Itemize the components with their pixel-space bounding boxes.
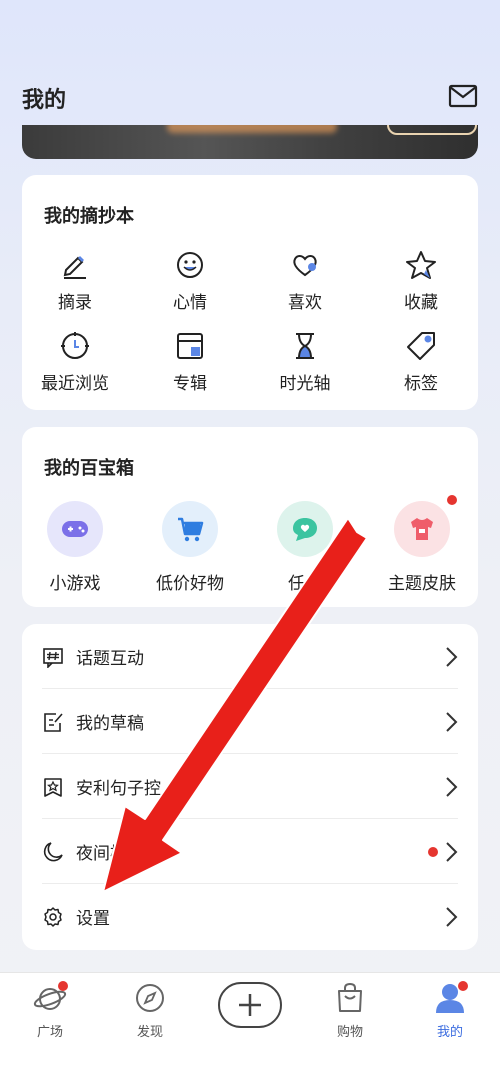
tab-label: 广场 bbox=[36, 1025, 63, 1040]
notebook-item-label: 标签 bbox=[404, 374, 438, 394]
toolbox-title: 我的百宝箱 bbox=[44, 458, 134, 479]
notebook-item-label: 喜欢 bbox=[288, 293, 322, 313]
cart-icon bbox=[178, 517, 204, 542]
mail-icon[interactable] bbox=[448, 84, 478, 108]
notebook-item-excerpt[interactable]: 摘录 bbox=[30, 248, 120, 313]
theme-badge-dot bbox=[447, 495, 457, 505]
banner-glow bbox=[167, 125, 337, 133]
toolbox-item-label: 低价好物 bbox=[156, 574, 224, 594]
toolbox-item-tasks[interactable]: 任务 bbox=[250, 501, 360, 594]
menu-card: 话题互动 我的草稿 安利句子控 夜间模式 设置 bbox=[22, 624, 478, 950]
gamepad-icon bbox=[62, 521, 88, 537]
notebook-item-label: 最近浏览 bbox=[41, 374, 109, 394]
notebook-item-album[interactable]: 专辑 bbox=[145, 329, 235, 394]
smiley-icon bbox=[177, 252, 203, 278]
notebook-item-label: 时光轴 bbox=[279, 374, 331, 394]
banner-button bbox=[387, 125, 477, 135]
menu-item-recommend[interactable]: 安利句子控 bbox=[42, 754, 458, 819]
tab-square[interactable]: 广场 bbox=[0, 981, 100, 1040]
album-icon bbox=[177, 333, 203, 359]
tab-mine-badge-dot bbox=[458, 981, 468, 991]
bookmark-star-icon bbox=[44, 778, 62, 797]
tab-label: 发现 bbox=[136, 1025, 163, 1040]
tab-discover[interactable]: 发现 bbox=[100, 981, 200, 1040]
heart-icon bbox=[293, 255, 317, 277]
tab-label: 购物 bbox=[336, 1025, 363, 1040]
hourglass-icon bbox=[296, 333, 314, 359]
plus-icon bbox=[239, 994, 261, 1016]
notebook-item-favorite[interactable]: 收藏 bbox=[376, 248, 466, 313]
menu-item-label: 我的草稿 bbox=[76, 714, 144, 734]
notebook-title: 我的摘抄本 bbox=[44, 206, 134, 227]
shopping-bag-icon bbox=[338, 982, 362, 1012]
menu-item-label: 夜间模式 bbox=[76, 844, 144, 864]
notebook-item-label: 摘录 bbox=[58, 293, 92, 313]
pen-icon bbox=[63, 256, 86, 279]
clock-icon bbox=[61, 332, 89, 359]
chevron-right-icon bbox=[446, 647, 458, 667]
night-mode-badge-dot bbox=[428, 847, 438, 857]
chevron-right-icon bbox=[446, 842, 458, 862]
chevron-right-icon bbox=[446, 712, 458, 732]
notebook-item-mood[interactable]: 心情 bbox=[145, 248, 235, 313]
moon-icon bbox=[43, 842, 63, 862]
gear-icon bbox=[44, 907, 62, 927]
post-button[interactable] bbox=[218, 982, 282, 1028]
tab-shopping[interactable]: 购物 bbox=[300, 981, 400, 1040]
toolbox-item-theme[interactable]: 主题皮肤 bbox=[367, 501, 477, 594]
toolbox-item-label: 任务 bbox=[288, 574, 322, 594]
chat-heart-icon bbox=[293, 518, 317, 541]
tab-mine[interactable]: 我的 bbox=[400, 981, 500, 1040]
star-icon bbox=[406, 251, 436, 279]
chevron-right-icon bbox=[446, 907, 458, 927]
notebook-item-tag[interactable]: 标签 bbox=[376, 329, 466, 394]
notebook-item-label: 专辑 bbox=[173, 374, 207, 394]
header: 我的 bbox=[0, 0, 500, 125]
toolbox-item-minigame[interactable]: 小游戏 bbox=[20, 501, 130, 594]
menu-item-drafts[interactable]: 我的草稿 bbox=[42, 689, 458, 754]
notebook-item-label: 心情 bbox=[173, 293, 207, 313]
menu-item-night-mode[interactable]: 夜间模式 bbox=[42, 819, 458, 884]
tab-label: 我的 bbox=[436, 1025, 463, 1040]
tab-square-badge-dot bbox=[58, 981, 68, 991]
promo-banner[interactable] bbox=[22, 125, 478, 159]
menu-item-settings[interactable]: 设置 bbox=[42, 884, 458, 949]
draft-icon bbox=[44, 713, 63, 732]
notebook-item-timeline[interactable]: 时光轴 bbox=[260, 329, 350, 394]
toolbox-item-deals[interactable]: 低价好物 bbox=[135, 501, 245, 594]
toolbox-card: 我的百宝箱 小游戏 低价好物 任务 主题皮肤 bbox=[22, 427, 478, 607]
menu-item-topics[interactable]: 话题互动 bbox=[42, 624, 458, 689]
notebook-item-recent[interactable]: 最近浏览 bbox=[30, 329, 120, 394]
menu-item-label: 安利句子控 bbox=[76, 779, 161, 799]
toolbox-item-label: 小游戏 bbox=[49, 574, 101, 594]
tag-icon bbox=[407, 332, 435, 360]
notebook-card: 我的摘抄本 摘录 心情 喜欢 收藏 最近浏览 专辑 时光轴 标签 bbox=[22, 175, 478, 410]
menu-item-label: 话题互动 bbox=[76, 649, 144, 669]
toolbox-item-label: 主题皮肤 bbox=[388, 574, 456, 594]
compass-icon bbox=[136, 984, 164, 1012]
notebook-item-label: 收藏 bbox=[404, 293, 438, 313]
notebook-item-like[interactable]: 喜欢 bbox=[260, 248, 350, 313]
shirt-icon bbox=[411, 518, 433, 540]
page-title: 我的 bbox=[22, 88, 67, 113]
bottom-tab-bar: 广场 发现 购物 我的 bbox=[0, 972, 500, 1083]
menu-item-label: 设置 bbox=[76, 909, 110, 929]
hashtag-icon bbox=[43, 648, 63, 668]
chevron-right-icon bbox=[446, 777, 458, 797]
